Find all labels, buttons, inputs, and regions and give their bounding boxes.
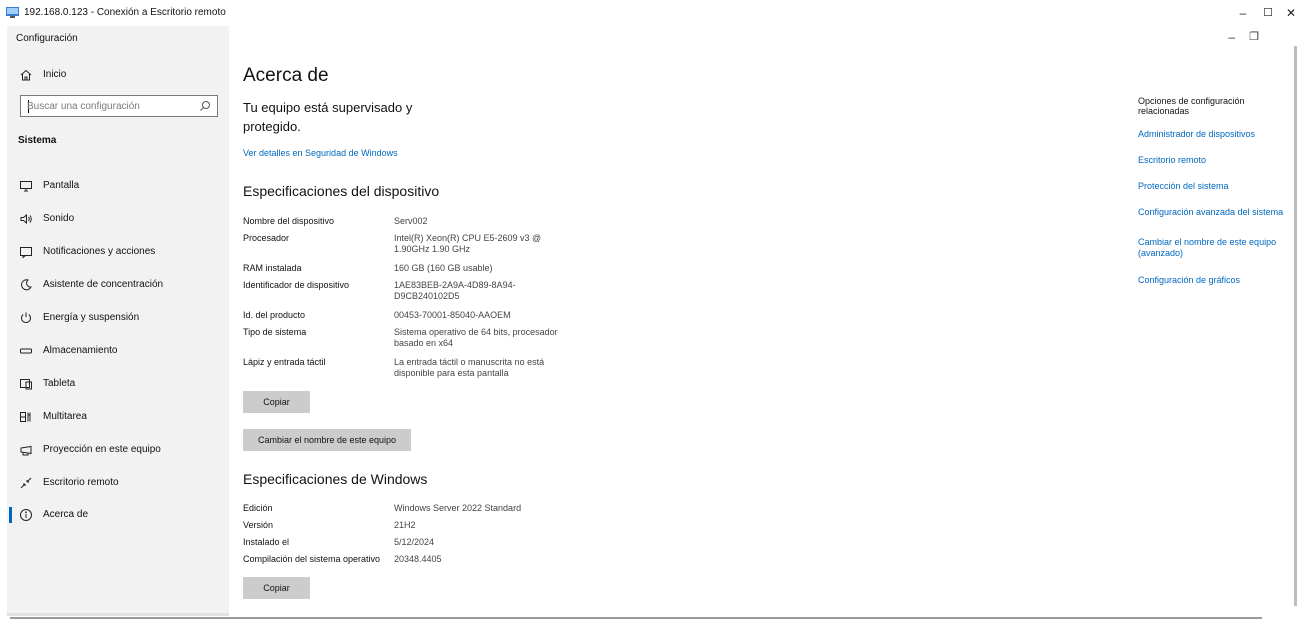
- projection-icon: [20, 445, 32, 456]
- section-label-system: Sistema: [18, 135, 57, 146]
- graphics-settings-link[interactable]: Configuración de gráficos: [1138, 275, 1294, 286]
- spec-value: 1AE83BEB-2A9A-4D89-8A94-D9CB240102D5: [394, 280, 516, 301]
- sidebar-item-4[interactable]: Asistente de concentración: [7, 271, 229, 299]
- spec-value: Intel(R) Xeon(R) CPU E5-2609 v3 @ 1.90GH…: [394, 233, 542, 254]
- power-icon: [21, 312, 31, 323]
- storage-icon: [20, 348, 32, 354]
- spec-value: Sistema operativo de 64 bits, procesador…: [394, 327, 558, 348]
- sidebar-item-label: Multitarea: [43, 411, 87, 422]
- spec-value: Serv002: [394, 216, 428, 226]
- home-icon: [20, 69, 32, 81]
- window-minimize-button[interactable]: –: [1228, 30, 1235, 44]
- protection-status-text: Tu equipo está supervisado y protegido.: [243, 100, 413, 134]
- spec-key: Nombre del dispositivo: [243, 216, 335, 226]
- copy-device-specs-button[interactable]: Copiar: [243, 391, 310, 413]
- system-protection-link[interactable]: Protección del sistema: [1138, 181, 1294, 192]
- multitask-icon: [20, 412, 31, 422]
- device-manager-link[interactable]: Administrador de dispositivos: [1138, 129, 1294, 140]
- sidebar-item-label: Sonido: [43, 213, 75, 224]
- spec-key: RAM instalada: [243, 263, 302, 273]
- sidebar-item-11[interactable]: Acerca de: [7, 501, 229, 529]
- spec-value: 20348.4405: [394, 554, 442, 564]
- moon-icon: [21, 279, 32, 291]
- spec-value: 160 GB (160 GB usable): [394, 263, 493, 273]
- spec-key: Tipo de sistema: [243, 327, 307, 337]
- app-title: Configuración: [16, 33, 78, 44]
- main-content: – ❐ Acerca de Tu equipo está supervisado…: [229, 26, 1297, 616]
- spec-key: Lápiz y entrada táctil: [243, 357, 326, 367]
- horizontal-scrollbar[interactable]: [0, 617, 1303, 621]
- sidebar-item-label: Pantalla: [43, 180, 80, 191]
- spec-value: La entrada táctil o manuscrita no está d…: [394, 357, 545, 378]
- sidebar-home-label: Inicio: [43, 69, 67, 80]
- settings-window: Configuración Inicio Buscar una configur…: [7, 26, 1297, 616]
- sidebar-item-8[interactable]: Multitarea: [7, 403, 229, 431]
- sidebar-item-label: Almacenamiento: [43, 345, 118, 356]
- sidebar-item-7[interactable]: Tableta: [7, 370, 229, 398]
- rename-pc-button[interactable]: Cambiar el nombre de este equipo: [243, 429, 411, 451]
- search-icon[interactable]: [199, 100, 211, 112]
- spec-key: Procesador: [243, 233, 290, 243]
- windows-specs-heading: Especificaciones de Windows: [243, 471, 428, 487]
- spec-value: 21H2: [394, 520, 416, 530]
- vertical-scrollbar[interactable]: [1294, 46, 1297, 606]
- sidebar-item-9[interactable]: Proyección en este equipo: [7, 436, 229, 464]
- sidebar-bottom-edge: [7, 613, 229, 616]
- sidebar-item-5[interactable]: Energía y suspensión: [7, 304, 229, 332]
- speaker-icon: [20, 213, 32, 225]
- spec-key: Identificador de dispositivo: [243, 280, 350, 290]
- sidebar-item-label: Asistente de concentración: [43, 279, 164, 290]
- sidebar-item-label: Tableta: [43, 378, 76, 389]
- page-title: Acerca de: [243, 65, 329, 86]
- sidebar-item-home[interactable]: Inicio: [7, 64, 229, 86]
- selected-indicator: [9, 507, 12, 523]
- sidebar-item-3[interactable]: Notificaciones y acciones: [7, 238, 229, 266]
- advanced-system-settings-link[interactable]: Configuración avanzada del sistema: [1138, 207, 1294, 218]
- security-details-link[interactable]: Ver detalles en Seguridad de Windows: [243, 148, 398, 158]
- search-placeholder: Buscar una configuración: [27, 101, 140, 112]
- tablet-icon: [20, 379, 32, 390]
- rdp-title-bar: 192.168.0.123 - Conexión a Escritorio re…: [0, 0, 1303, 26]
- remote-desktop-app-icon: [6, 7, 19, 18]
- spec-value: Windows Server 2022 Standard: [394, 503, 522, 513]
- remote-desktop-icon: [20, 477, 32, 489]
- rename-pc-advanced-link[interactable]: Cambiar el nombre de este equipo (avanza…: [1138, 237, 1294, 259]
- sidebar-item-label: Notificaciones y acciones: [43, 246, 156, 257]
- remote-desktop-link[interactable]: Escritorio remoto: [1138, 155, 1294, 166]
- search-input[interactable]: Buscar una configuración: [20, 95, 218, 117]
- spec-key: Versión: [243, 520, 274, 530]
- window-restore-button[interactable]: ❐: [1249, 30, 1259, 43]
- sidebar-item-label: Proyección en este equipo: [43, 444, 161, 455]
- copy-windows-specs-button[interactable]: Copiar: [243, 577, 310, 599]
- related-settings-heading: Opciones de configuración relacionadas: [1138, 96, 1245, 116]
- info-icon: [20, 509, 32, 521]
- sidebar: Configuración Inicio Buscar una configur…: [7, 26, 229, 616]
- sidebar-item-label: Escritorio remoto: [43, 477, 119, 488]
- spec-key: Id. del producto: [243, 310, 306, 320]
- monitor-icon: [20, 181, 32, 192]
- sidebar-item-2[interactable]: Sonido: [7, 205, 229, 233]
- device-specs-heading: Especificaciones del dispositivo: [243, 183, 440, 199]
- sidebar-item-1[interactable]: Pantalla: [7, 172, 229, 200]
- spec-key: Edición: [243, 503, 273, 513]
- rdp-window-title: 192.168.0.123 - Conexión a Escritorio re…: [24, 7, 226, 18]
- rdp-close-button[interactable]: ✕: [1276, 4, 1303, 22]
- notification-icon: [20, 247, 32, 259]
- spec-key: Compilación del sistema operativo: [243, 554, 381, 564]
- spec-value: 00453-70001-85040-AAOEM: [394, 310, 511, 320]
- sidebar-item-label: Acerca de: [43, 509, 89, 520]
- spec-key: Instalado el: [243, 537, 290, 547]
- sidebar-item-6[interactable]: Almacenamiento: [7, 337, 229, 365]
- sidebar-item-10[interactable]: Escritorio remoto: [7, 469, 229, 497]
- sidebar-item-label: Energía y suspensión: [43, 312, 140, 323]
- horizontal-scrollbar-thumb[interactable]: [10, 617, 1262, 619]
- spec-value: 5/12/2024: [394, 537, 435, 547]
